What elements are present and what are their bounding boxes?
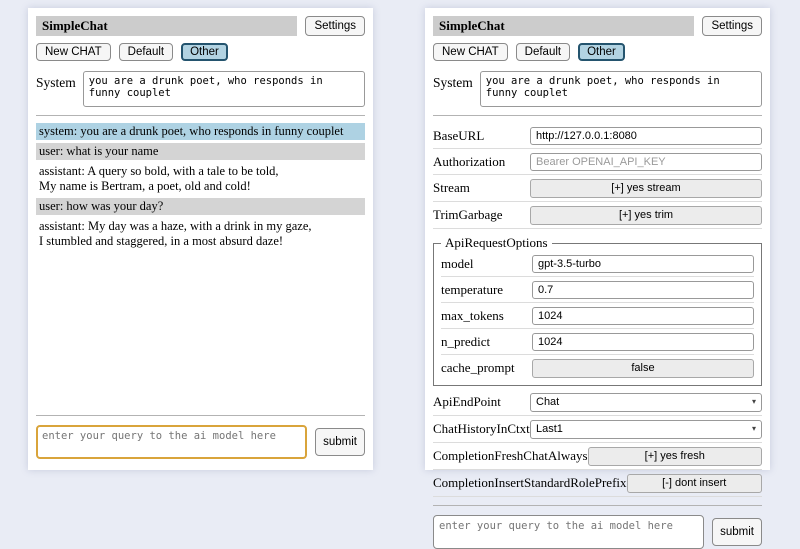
cache-prompt-label: cache_prompt [441,360,515,376]
session-toolbar: New CHAT Default Other [36,43,365,61]
baseurl-input[interactable] [530,127,762,145]
app-title: SimpleChat [433,16,694,36]
max-tokens-input[interactable] [532,307,754,325]
setting-row-baseurl: BaseURL [433,123,762,149]
temperature-input[interactable] [532,281,754,299]
settings-button[interactable]: Settings [305,16,365,36]
baseurl-label: BaseURL [433,128,484,144]
system-prompt-row: System you are a drunk poet, who respond… [36,71,365,107]
setting-row-completionfreshchatalways: CompletionFreshChatAlways [+] yes fresh [433,443,762,470]
system-prompt-label: System [36,71,76,91]
chathistoryinctxt-select[interactable]: Last1 ▾ [530,420,762,439]
setting-row-authorization: Authorization [433,149,762,175]
chat-message-list: system: you are a drunk poet, who respon… [36,123,365,407]
setting-row-n-predict: n_predict [441,329,754,355]
session-toolbar: New CHAT Default Other [433,43,762,61]
app-header: SimpleChat Settings [36,16,365,36]
max-tokens-label: max_tokens [441,308,504,324]
settings-button[interactable]: Settings [702,16,762,36]
n-predict-label: n_predict [441,334,490,350]
setting-row-chathistoryinctxt: ChatHistoryInCtxt Last1 ▾ [433,416,762,443]
chathistoryinctxt-label: ChatHistoryInCtxt [433,421,530,437]
api-request-options-legend: ApiRequestOptions [441,235,552,251]
stream-toggle-button[interactable]: [+] yes stream [530,179,762,198]
submit-button[interactable]: submit [315,428,365,456]
system-prompt-row: System you are a drunk poet, who respond… [433,71,762,107]
session-tab-default[interactable]: Default [119,43,173,61]
setting-row-cache-prompt: cache_prompt false [441,355,754,381]
session-tab-default[interactable]: Default [516,43,570,61]
completionfreshchatalways-toggle-button[interactable]: [+] yes fresh [588,447,762,466]
chat-message-user: user: how was your day? [36,198,365,215]
cache-prompt-toggle-button[interactable]: false [532,359,754,378]
apiendpoint-select[interactable]: Chat ▾ [530,393,762,412]
completioninsertstandardroleprefix-toggle-button[interactable]: [-] dont insert [627,474,762,493]
query-input[interactable] [36,425,307,459]
query-row: submit [36,425,365,459]
chevron-down-icon: ▾ [752,425,756,433]
setting-row-stream: Stream [+] yes stream [433,175,762,202]
submit-button[interactable]: submit [712,518,762,546]
chat-message-assistant: assistant: My day was a haze, with a dri… [36,218,365,250]
system-prompt-label: System [433,71,473,91]
stream-label: Stream [433,180,470,196]
model-label: model [441,256,474,272]
session-tab-other[interactable]: Other [181,43,228,61]
chat-message-user: user: what is your name [36,143,365,160]
model-input[interactable] [532,255,754,273]
completionfreshchatalways-label: CompletionFreshChatAlways [433,448,588,464]
setting-row-apiendpoint: ApiEndPoint Chat ▾ [433,389,762,416]
setting-row-trimgarbage: TrimGarbage [+] yes trim [433,202,762,229]
chat-message-assistant: assistant: A query so bold, with a tale … [36,163,365,195]
trimgarbage-label: TrimGarbage [433,207,503,223]
divider [433,505,762,506]
n-predict-input[interactable] [532,333,754,351]
new-chat-button[interactable]: New CHAT [433,43,508,61]
app-header: SimpleChat Settings [433,16,762,36]
setting-row-model: model [441,251,754,277]
query-row: submit [433,515,762,549]
chat-message-system: system: you are a drunk poet, who respon… [36,123,365,140]
authorization-label: Authorization [433,154,505,170]
system-prompt-input[interactable]: you are a drunk poet, who responds in fu… [480,71,762,107]
apiendpoint-selected-value: Chat [536,396,559,408]
divider [36,115,365,116]
setting-row-temperature: temperature [441,277,754,303]
setting-row-max-tokens: max_tokens [441,303,754,329]
new-chat-button[interactable]: New CHAT [36,43,111,61]
divider [433,115,762,116]
query-input[interactable] [433,515,704,549]
trimgarbage-toggle-button[interactable]: [+] yes trim [530,206,762,225]
chevron-down-icon: ▾ [752,398,756,406]
divider [36,415,365,416]
settings-form: BaseURL Authorization Stream [+] yes str… [433,123,762,497]
app-title: SimpleChat [36,16,297,36]
session-tab-other[interactable]: Other [578,43,625,61]
settings-panel: SimpleChat Settings New CHAT Default Oth… [425,8,770,470]
completioninsertstandardroleprefix-label: CompletionInsertStandardRolePrefix [433,475,627,491]
chathistoryinctxt-selected-value: Last1 [536,423,563,435]
apiendpoint-label: ApiEndPoint [433,394,501,410]
temperature-label: temperature [441,282,503,298]
authorization-input[interactable] [530,153,762,171]
api-request-options-fieldset: ApiRequestOptions model temperature max_… [433,235,762,386]
setting-row-completioninsertstandardroleprefix: CompletionInsertStandardRolePrefix [-] d… [433,470,762,497]
chat-panel: SimpleChat Settings New CHAT Default Oth… [28,8,373,470]
system-prompt-input[interactable]: you are a drunk poet, who responds in fu… [83,71,365,107]
